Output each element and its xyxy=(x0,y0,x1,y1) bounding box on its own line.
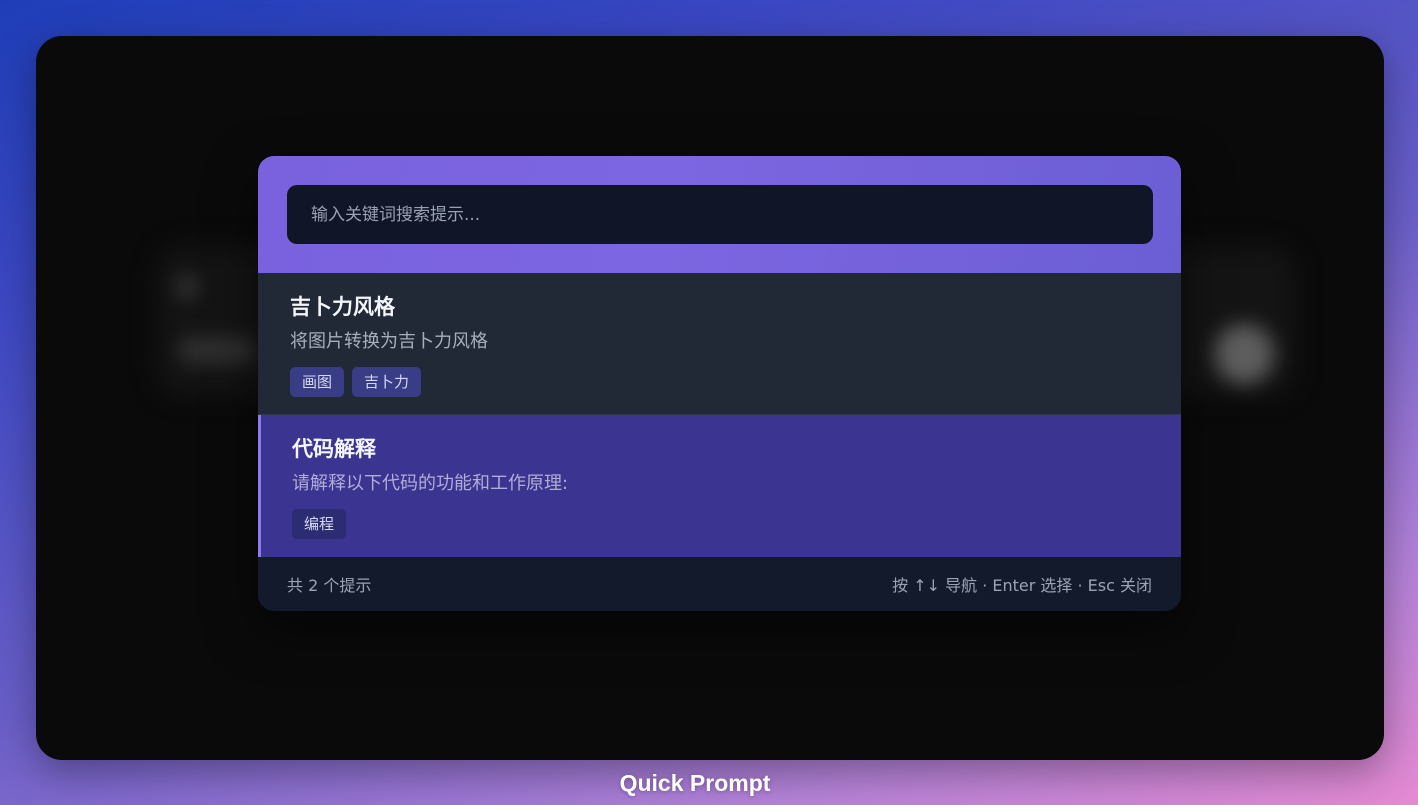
search-header xyxy=(258,156,1181,273)
tag-badge: 编程 xyxy=(292,509,347,539)
tag-badge: 吉卜力 xyxy=(352,367,422,397)
prompt-item-tags: 编程 xyxy=(292,509,1149,539)
prompt-item-code-explain[interactable]: 代码解释 请解释以下代码的功能和工作原理: 编程 xyxy=(258,415,1181,557)
prompt-search-input[interactable] xyxy=(287,185,1153,244)
prompt-item-description: 将图片转换为吉卜力风格 xyxy=(290,331,488,352)
quick-prompt-palette: 吉卜力风格 将图片转换为吉卜力风格 画图 吉卜力 代码解释 请解释以下代码的功能… xyxy=(258,156,1181,611)
prompt-item-title: 吉卜力风格 xyxy=(290,295,395,319)
app-caption: Quick Prompt xyxy=(619,770,771,796)
prompt-item-ghibli-style[interactable]: 吉卜力风格 将图片转换为吉卜力风格 画图 吉卜力 xyxy=(258,273,1181,415)
prompt-item-tags: 画图 吉卜力 xyxy=(290,367,1149,397)
palette-footer: 共 2 个提示 按 ↑↓ 导航 · Enter 选择 · Esc 关闭 xyxy=(258,557,1181,611)
blurred-background-pill xyxy=(178,336,258,364)
app-window: 吉卜力风格 将图片转换为吉卜力风格 画图 吉卜力 代码解释 请解释以下代码的功能… xyxy=(36,36,1384,760)
prompt-item-description: 请解释以下代码的功能和工作原理: xyxy=(292,473,569,494)
keyboard-hint: 按 ↑↓ 导航 · Enter 选择 · Esc 关闭 xyxy=(892,576,1152,595)
blurred-background-icon xyxy=(174,274,200,300)
prompt-item-title: 代码解释 xyxy=(292,437,376,461)
tag-badge: 画图 xyxy=(290,367,345,397)
prompt-count: 共 2 个提示 xyxy=(287,576,372,595)
blurred-background-avatar xyxy=(1214,324,1274,384)
